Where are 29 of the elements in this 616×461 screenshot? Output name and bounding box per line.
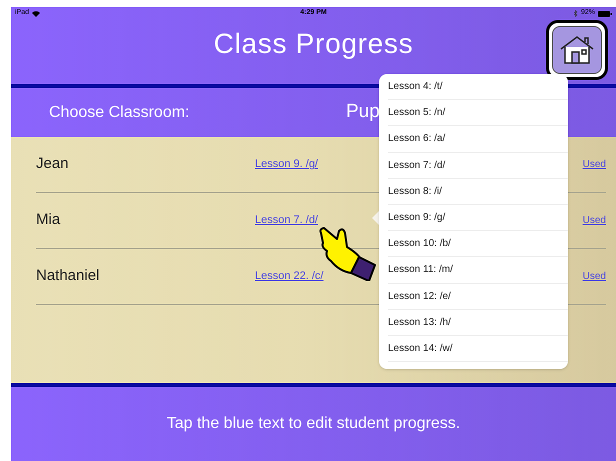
lesson-link[interactable]: Lesson 9. /g/ [255,156,318,173]
lesson-menu-item[interactable]: Lesson 7: /d/ [388,152,568,179]
used-link[interactable]: Used [582,157,606,172]
lesson-menu-item[interactable]: Lesson 5: /n/ [388,100,568,126]
lesson-menu-item[interactable]: Lesson 12: /e/ [388,284,568,310]
lesson-menu-item[interactable]: Lesson 14: /w/ [388,336,568,362]
classroom-label: Choose Classroom: [49,102,190,122]
instruction-text: Tap the blue text to edit student progress. [166,414,460,434]
lesson-link[interactable]: Lesson 22. /c/ [255,268,324,285]
bluetooth-icon [574,10,578,17]
battery-icon [598,10,612,16]
lesson-menu-item[interactable]: Lesson 9: /g/ [388,204,568,232]
used-link[interactable]: Used [582,213,606,228]
lesson-menu-item[interactable]: Lesson 8: /i/ [388,178,568,205]
page-title: Class Progress [214,30,414,58]
lesson-menu-item[interactable]: Lesson 6: /a/ [388,126,568,153]
classroom-picker[interactable]: Pup [346,98,380,127]
student-name: Mia [36,210,62,230]
house-icon [560,35,594,65]
lesson-menu-item[interactable]: Lesson 13: /h/ [388,310,568,336]
used-link[interactable]: Used [582,269,606,284]
student-name: Nathaniel [36,266,100,286]
lesson-menu-item[interactable]: Lesson 4: /t/ [388,74,568,100]
lesson-menu-item[interactable]: Lesson 11: /m/ [388,257,568,284]
lesson-menu-item[interactable]: Lesson 10: /b/ [388,231,568,258]
wifi-icon [32,10,40,16]
home-button[interactable] [546,20,608,80]
lesson-link[interactable]: Lesson 7. /d/ [255,212,318,229]
student-name: Jean [36,154,70,174]
